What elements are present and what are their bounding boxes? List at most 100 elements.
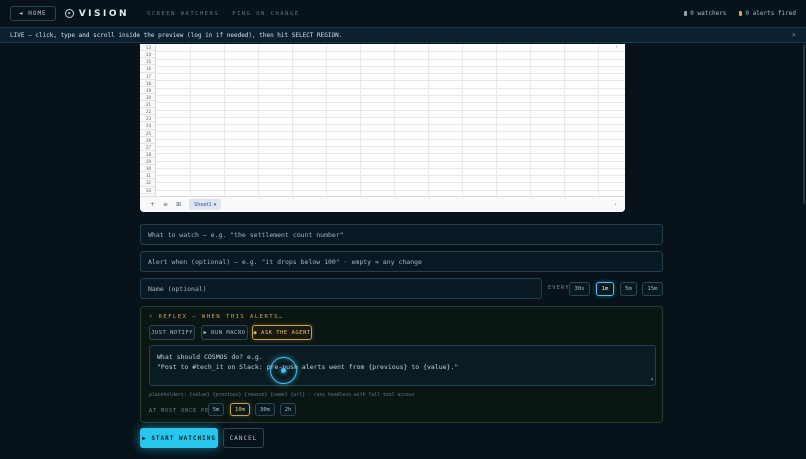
alerts-count-label: 0 alerts fired <box>745 10 796 17</box>
eye-icon <box>64 9 74 18</box>
watchers-dot-icon <box>684 11 688 16</box>
grid-column-line <box>598 44 599 197</box>
cooldown-5m[interactable]: 5m <box>208 403 224 416</box>
row-number[interactable]: 14 <box>140 51 155 59</box>
grid-row-line <box>156 189 625 191</box>
interval-30s[interactable]: 30s <box>569 282 590 296</box>
cooldown-30m[interactable]: 30m <box>255 403 275 416</box>
just-notify-button[interactable]: JUST NOTIFY <box>149 325 195 340</box>
row-number[interactable]: 15 <box>140 58 155 66</box>
row-number[interactable]: 23 <box>140 115 155 123</box>
main-nav: SCREEN WATCHERS PING ON CHANGE <box>147 11 300 17</box>
grid-row-line <box>156 153 625 155</box>
watchers-count: 0 watchers <box>684 10 726 17</box>
sheet-tab-label: Sheet1 <box>194 201 212 208</box>
scrollbar[interactable] <box>803 44 805 204</box>
cooldown-2h[interactable]: 2h <box>280 403 296 416</box>
alerts-dot-icon <box>739 11 743 16</box>
row-number[interactable]: 25 <box>140 130 155 137</box>
grid-row-line <box>156 160 625 162</box>
watch-target-input[interactable]: What to watch — e.g. "the settlement cou… <box>140 224 663 245</box>
reflex-title: ⚡ REFLEX — WHEN THIS ALERTS… <box>149 314 284 320</box>
grid-row-line <box>156 182 625 184</box>
alert-condition-input[interactable]: Alert when (optional) — e.g. "it drops b… <box>140 251 663 272</box>
row-number[interactable]: 30 <box>140 165 155 173</box>
row-number[interactable]: 13 <box>140 44 155 52</box>
resize-handle-icon[interactable]: ◢ <box>650 374 653 384</box>
grid-row-line <box>156 175 625 177</box>
grid-column-line <box>258 44 259 197</box>
at-most-once-label: AT MOST ONCE PER <box>149 408 214 414</box>
all-sheets-icon[interactable]: ≡ <box>163 201 168 208</box>
grid-column-line <box>190 44 191 197</box>
row-number[interactable]: 19 <box>140 87 155 94</box>
close-icon[interactable]: × <box>792 31 796 39</box>
reflex-panel: ⚡ REFLEX — WHEN THIS ALERTS… JUST NOTIFY… <box>140 306 663 423</box>
row-number[interactable]: 27 <box>140 144 155 151</box>
spreadsheet-grid[interactable] <box>156 44 625 198</box>
every-label: EVERY <box>548 285 570 291</box>
live-preview[interactable]: 13 14 15 16 17 18 19 20 21 22 23 24 25 26 27 28 29 30 31 32… <box>140 44 625 212</box>
interval-1m-label: 1m <box>601 286 609 292</box>
row-number[interactable]: 16 <box>140 65 155 73</box>
home-button[interactable]: ◄ HOME <box>10 6 56 21</box>
grid-row-line <box>156 87 625 89</box>
cooldown-10m-label: 10m <box>235 406 245 413</box>
explore-icon[interactable]: ⊞ <box>176 201 181 208</box>
cooldown-5m-label: 5m <box>212 406 220 413</box>
interval-15m[interactable]: 15m <box>642 282 663 296</box>
agent-instruction-line1: What should COSMOS do? e.g. <box>157 353 263 361</box>
start-watching-button[interactable]: ▶ START WATCHING <box>140 428 218 448</box>
row-number[interactable]: 33 <box>140 187 155 194</box>
side-panel-icon[interactable]: › <box>614 202 617 208</box>
row-number[interactable]: 21 <box>140 101 155 109</box>
grid-column-line <box>394 44 395 197</box>
name-placeholder: Name (optional) <box>148 284 207 293</box>
interval-5m[interactable]: 5m <box>620 282 637 296</box>
cancel-label: CANCEL <box>229 434 258 442</box>
grid-row-line <box>156 80 625 82</box>
row-number[interactable]: 32 <box>140 179 155 187</box>
scroll-indicator-icon: › <box>614 44 618 50</box>
cancel-button[interactable]: CANCEL <box>223 428 264 448</box>
live-banner: LIVE — click, type and scroll inside the… <box>0 27 806 43</box>
grid-row-line <box>156 124 625 126</box>
grid-row-line <box>156 109 625 111</box>
cursor-indicator <box>270 357 297 384</box>
row-number[interactable]: 28 <box>140 151 155 158</box>
row-number[interactable]: 26 <box>140 137 155 144</box>
cooldown-2h-label: 2h <box>284 406 292 413</box>
row-number[interactable]: 17 <box>140 73 155 80</box>
name-input[interactable]: Name (optional) <box>140 278 542 299</box>
cooldown-30m-label: 30m <box>260 406 270 413</box>
nav-screen-watchers[interactable]: SCREEN WATCHERS <box>147 11 219 17</box>
add-sheet-icon[interactable]: + <box>150 201 155 208</box>
grid-row-line <box>156 65 625 67</box>
interval-1m[interactable]: 1m <box>596 282 614 296</box>
row-number[interactable]: 22 <box>140 108 155 116</box>
grid-column-line <box>530 44 531 197</box>
placeholders-note: placeholders: {value} {previous} {reason… <box>149 393 415 398</box>
row-number[interactable]: 29 <box>140 158 155 166</box>
grid-row-line <box>156 138 625 140</box>
row-number[interactable]: 20 <box>140 94 155 101</box>
ask-agent-label: ◉ ASK THE AGENT <box>253 329 311 336</box>
stats: 0 watchers 0 alerts fired <box>684 10 796 17</box>
grid-column-line <box>292 44 293 197</box>
row-number[interactable]: 18 <box>140 80 155 87</box>
grid-row-line <box>156 167 625 169</box>
cooldown-10m[interactable]: 10m <box>230 403 250 416</box>
logo: VISION <box>64 9 129 19</box>
grid-column-line <box>462 44 463 197</box>
grid-column-line <box>428 44 429 197</box>
run-macro-button[interactable]: ▶ RUN MACRO <box>201 325 248 340</box>
sheet-tab[interactable]: Sheet1 ▾ <box>189 199 222 210</box>
row-number[interactable]: 31 <box>140 172 155 180</box>
ask-agent-button[interactable]: ◉ ASK THE AGENT <box>252 325 312 340</box>
agent-instruction-line2: "Post to #tech_it on Slack: pre-push ale… <box>157 363 459 371</box>
agent-instruction-textarea[interactable]: What should COSMOS do? e.g. "Post to #te… <box>149 345 656 386</box>
alert-condition-placeholder: Alert when (optional) — e.g. "it drops b… <box>148 257 422 266</box>
row-number[interactable]: 24 <box>140 122 155 130</box>
nav-ping-on-change[interactable]: PING ON CHANGE <box>232 11 299 17</box>
alerts-count: 0 alerts fired <box>739 10 796 17</box>
